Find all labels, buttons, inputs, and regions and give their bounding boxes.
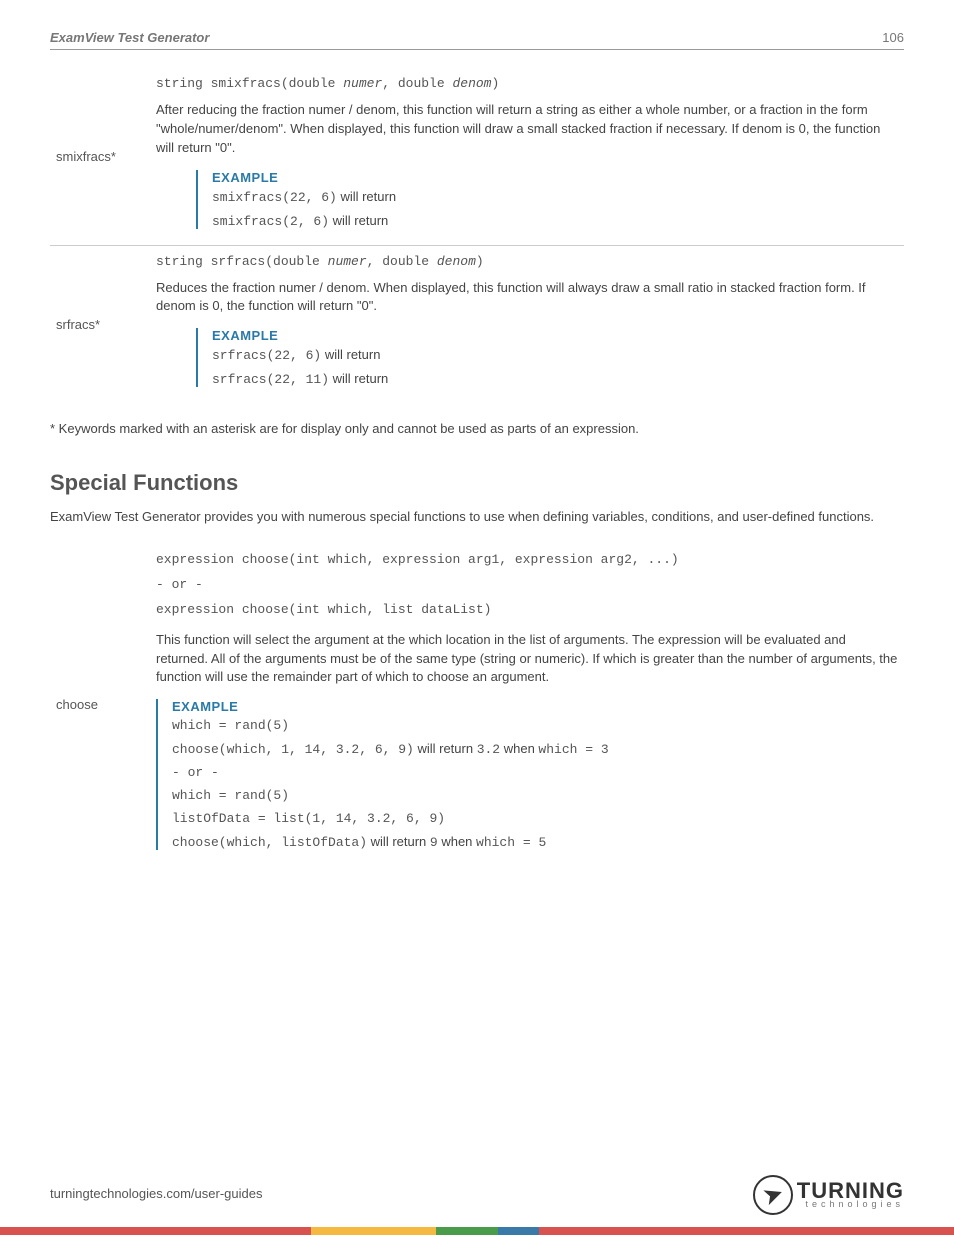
example-label: EXAMPLE xyxy=(172,699,898,714)
section-heading: Special Functions xyxy=(50,470,904,496)
signature-smixfracs: string smixfracs(double numer, double de… xyxy=(156,76,898,91)
logo: ➤ TURNING technologies xyxy=(753,1175,904,1215)
example-label: EXAMPLE xyxy=(212,170,898,185)
bottom-color-bar xyxy=(0,1227,954,1235)
logo-main-text: TURNING xyxy=(797,1182,904,1201)
page-header: ExamView Test Generator 106 xyxy=(50,30,904,50)
example-smixfracs: EXAMPLE smixfracs(22, 6) will return smi… xyxy=(196,170,898,229)
logo-icon: ➤ xyxy=(753,1175,793,1215)
row-content-srfracs: string srfracs(double numer, double deno… xyxy=(150,245,904,403)
row-label-choose: choose xyxy=(50,542,150,866)
row-content-smixfracs: string smixfracs(double numer, double de… xyxy=(150,68,904,245)
footer-url: turningtechnologies.com/user-guides xyxy=(50,1186,262,1201)
example-choose: EXAMPLE which = rand(5) choose(which, 1,… xyxy=(156,699,898,850)
section-intro: ExamView Test Generator provides you wit… xyxy=(50,508,904,526)
example-srfracs: EXAMPLE srfracs(22, 6) will return srfra… xyxy=(196,328,898,387)
header-title: ExamView Test Generator xyxy=(50,30,209,45)
signature-or: - or - xyxy=(156,575,898,596)
footnote: * Keywords marked with an asterisk are f… xyxy=(50,421,904,436)
row-label-srfracs: srfracs* xyxy=(50,245,150,403)
row-label-smixfracs: smixfracs* xyxy=(50,68,150,245)
signature-choose-1: expression choose(int which, expression … xyxy=(156,550,898,571)
row-content-choose: expression choose(int which, expression … xyxy=(150,542,904,866)
desc-srfracs: Reduces the fraction numer / denom. When… xyxy=(156,279,898,317)
signature-choose-2: expression choose(int which, list dataLi… xyxy=(156,600,898,621)
function-table-2: choose expression choose(int which, expr… xyxy=(50,542,904,866)
signature-srfracs: string srfracs(double numer, double deno… xyxy=(156,254,898,269)
desc-choose: This function will select the argument a… xyxy=(156,631,898,688)
example-label: EXAMPLE xyxy=(212,328,898,343)
logo-sub-text: technologies xyxy=(797,1201,904,1209)
desc-smixfracs: After reducing the fraction numer / deno… xyxy=(156,101,898,158)
page-number: 106 xyxy=(882,30,904,45)
function-table: smixfracs* string smixfracs(double numer… xyxy=(50,68,904,403)
